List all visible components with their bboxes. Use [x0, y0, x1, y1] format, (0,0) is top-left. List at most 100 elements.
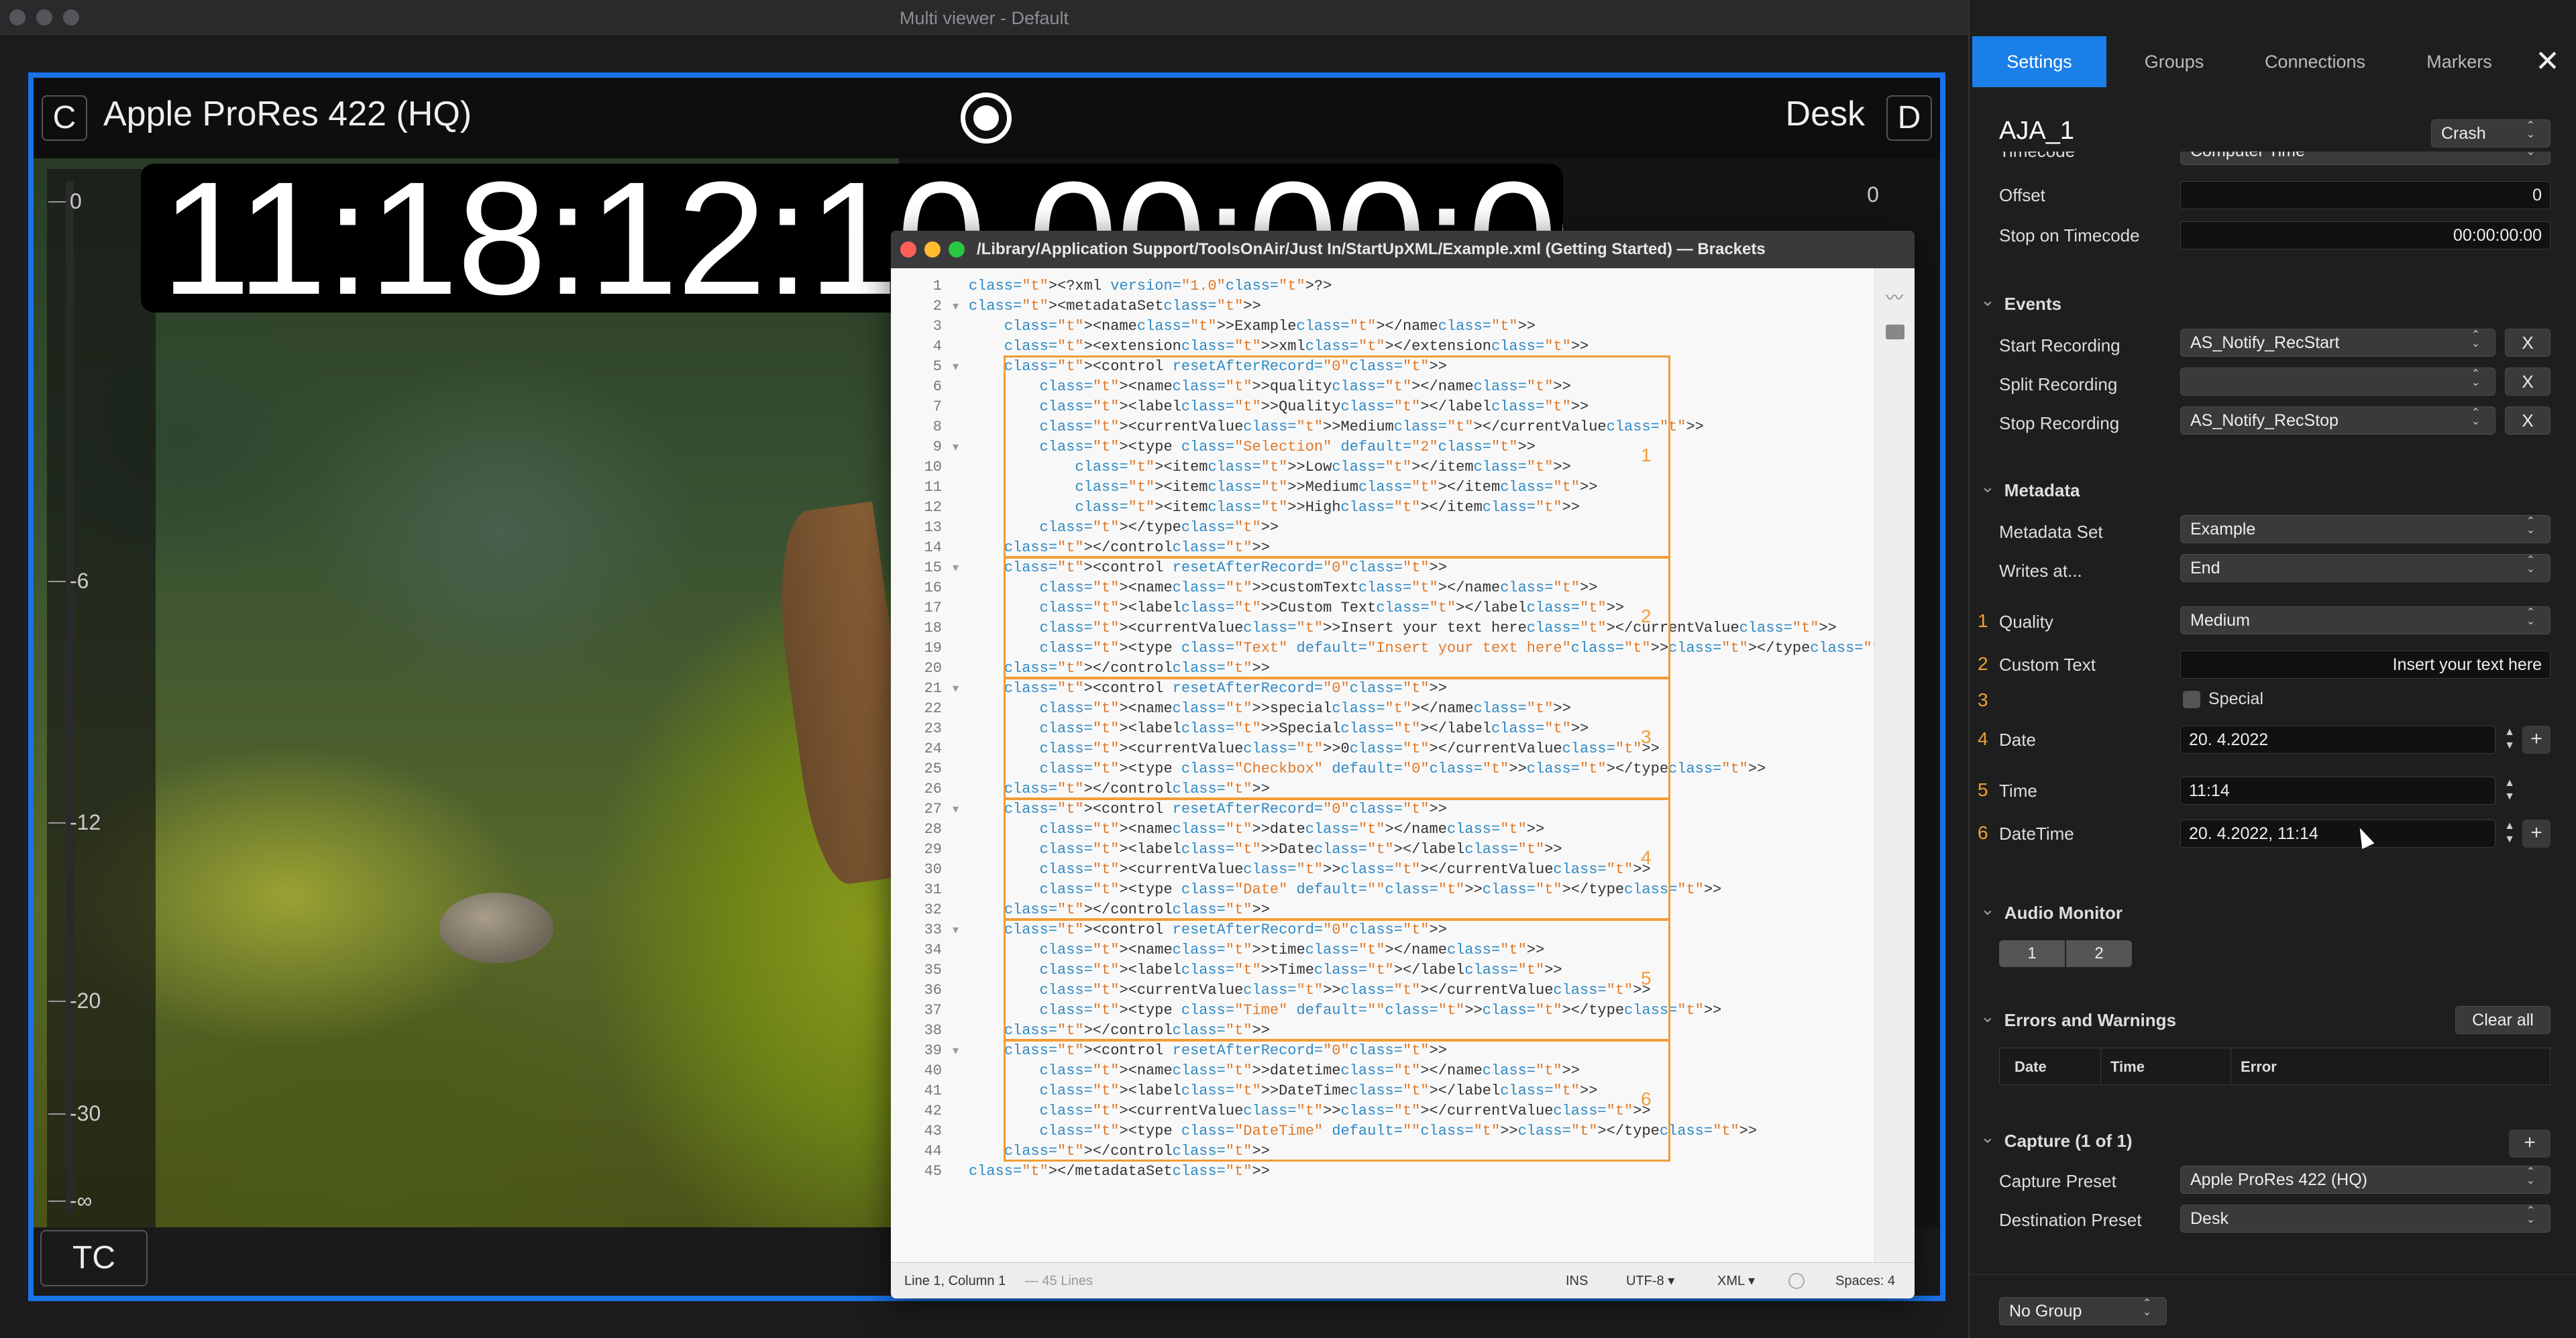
fold-toggle-icon[interactable]: ▾ [953, 359, 959, 374]
metadata-section-header[interactable]: Metadata [1980, 480, 2080, 501]
line-number: 13 [924, 519, 942, 536]
fold-toggle-icon[interactable]: ▾ [953, 681, 959, 695]
meter-tick: -20 [48, 989, 101, 1013]
encoding-select[interactable]: UTF-8 ▾ [1626, 1263, 1674, 1298]
line-number: 7 [932, 398, 942, 415]
clear-split-recording-button[interactable]: X [2505, 368, 2551, 396]
line-number: 9 [932, 439, 942, 455]
date-add-button[interactable]: + [2522, 726, 2551, 754]
code-line: class="t"><extensionclass="t">>xmlclass=… [1004, 338, 1589, 355]
group-select[interactable]: No Group [1999, 1296, 2167, 1325]
indent-setting[interactable]: Spaces: 4 [1835, 1263, 1895, 1298]
device-preset-select[interactable]: Crash [2431, 119, 2551, 148]
close-icon[interactable]: ✕ [2535, 44, 2560, 78]
line-number: 32 [924, 901, 942, 918]
viewer-title: Apple ProRes 422 (HQ) [103, 95, 472, 133]
tab-connections[interactable]: Connections [2238, 36, 2392, 87]
metadata-set-select[interactable]: Example [2180, 514, 2551, 543]
special-checkbox-label: Special [2208, 689, 2263, 708]
datetime-label: DateTime [1999, 824, 2074, 844]
line-number: 35 [924, 962, 942, 979]
fold-toggle-icon[interactable]: ▾ [953, 299, 959, 313]
fold-toggle-icon[interactable]: ▾ [953, 561, 959, 575]
capture-section-header[interactable]: Capture (1 of 1) [1980, 1131, 2133, 1152]
code-line: class="t"></metadataSetclass="t">> [969, 1163, 1270, 1180]
metadata-control-highlight [1004, 919, 1670, 1041]
editor-status-bar: Line 1, Column 1 — 45 Lines INS UTF-8 ▾ … [891, 1262, 1915, 1298]
events-section-header[interactable]: Events [1980, 294, 2061, 315]
line-number: 37 [924, 1002, 942, 1019]
highlight-label: 4 [1641, 847, 1652, 868]
line-number: 21 [924, 680, 942, 697]
audio-channel-1-button[interactable]: 1 [1999, 940, 2065, 967]
extension-manager-icon[interactable] [1886, 325, 1904, 339]
tab-groups[interactable]: Groups [2110, 36, 2238, 87]
line-number: 22 [924, 700, 942, 717]
offset-field[interactable]: 0 [2180, 181, 2551, 209]
clear-stop-recording-button[interactable]: X [2505, 406, 2551, 435]
audio-channel-2-button[interactable]: 2 [2066, 940, 2132, 967]
meter-tick: -6 [48, 569, 89, 593]
live-preview-icon[interactable]: 〰 [1886, 284, 1903, 309]
editor-titlebar: /Library/Application Support/ToolsOnAir/… [891, 231, 1915, 268]
clear-all-button[interactable]: Clear all [2455, 1006, 2551, 1034]
timecode-source-select[interactable]: Computer Time [2180, 152, 2551, 165]
fold-toggle-icon[interactable]: ▾ [953, 440, 959, 454]
line-number: 24 [924, 740, 942, 757]
audio-monitor-section-header[interactable]: Audio Monitor [1980, 903, 2123, 924]
line-number: 42 [924, 1103, 942, 1119]
errors-section-header[interactable]: Errors and Warnings [1980, 1010, 2176, 1031]
editor-zoom-icon[interactable] [949, 241, 965, 258]
start-recording-select[interactable]: AS_Notify_RecStart [2180, 328, 2496, 357]
meter-tick: -12 [48, 810, 101, 834]
fold-toggle-icon[interactable]: ▾ [953, 802, 959, 816]
brackets-editor-window[interactable]: /Library/Application Support/ToolsOnAir/… [891, 231, 1915, 1298]
stop-on-timecode-field[interactable]: 00:00:00:00 [2180, 221, 2551, 249]
date-stepper[interactable]: ▲ ▼ [2501, 726, 2518, 754]
editor-minimize-icon[interactable] [924, 241, 941, 258]
highlight-label: 1 [1641, 445, 1652, 465]
destination-preset-select[interactable]: Desk [2180, 1204, 2551, 1233]
datetime-stepper[interactable]: ▲ ▼ [2501, 820, 2518, 848]
date-field[interactable]: 20. 4.2022 [2180, 726, 2496, 754]
writes-at-select[interactable]: End [2180, 553, 2551, 582]
insert-mode[interactable]: INS [1566, 1263, 1588, 1298]
line-number: 19 [924, 640, 942, 657]
code-area[interactable]: 1 class="t"><?xml version="1.0"class="t">… [891, 268, 1915, 1262]
tab-markers[interactable]: Markers [2392, 36, 2526, 87]
time-field[interactable]: 11:14 [2180, 777, 2496, 805]
capture-preset-select[interactable]: Apple ProRes 422 (HQ) [2180, 1165, 2551, 1194]
code-line: class="t"><nameclass="t">>Exampleclass="… [1004, 318, 1536, 335]
custom-text-field[interactable]: Insert your text here [2180, 651, 2551, 679]
meter-bar [66, 181, 74, 1214]
metadata-control-highlight [1004, 557, 1670, 679]
device-name: AJA_1 [1999, 117, 2074, 145]
time-stepper[interactable]: ▲ ▼ [2501, 777, 2518, 805]
code-line: class="t"><metadataSetclass="t">> [969, 298, 1261, 315]
tab-settings[interactable]: Settings [1972, 36, 2106, 87]
line-number: 17 [924, 600, 942, 616]
offset-label: Offset [1999, 185, 2045, 205]
line-number: 4 [932, 338, 942, 355]
datetime-add-button[interactable]: + [2522, 820, 2551, 848]
fold-toggle-icon[interactable]: ▾ [953, 923, 959, 937]
line-number: 18 [924, 620, 942, 636]
editor-close-icon[interactable] [900, 241, 916, 258]
add-capture-button[interactable]: + [2509, 1129, 2551, 1158]
line-number: 29 [924, 841, 942, 858]
record-button[interactable] [961, 93, 1012, 144]
special-checkbox[interactable] [2183, 691, 2200, 708]
column-time[interactable]: Time [2100, 1048, 2145, 1086]
stop-recording-select[interactable]: AS_Notify_RecStop [2180, 406, 2496, 435]
column-date[interactable]: Date [2015, 1048, 2047, 1086]
linter-status-icon[interactable] [1788, 1273, 1805, 1289]
split-recording-select[interactable] [2180, 367, 2496, 396]
tc-button[interactable]: TC [40, 1230, 148, 1286]
datetime-field[interactable]: 20. 4.2022, 11:14 [2180, 820, 2496, 848]
fold-toggle-icon[interactable]: ▾ [953, 1044, 959, 1058]
stop-on-timecode-label: Stop on Timecode [1999, 225, 2140, 245]
language-select[interactable]: XML ▾ [1717, 1263, 1755, 1298]
column-error[interactable]: Error [2231, 1048, 2277, 1086]
quality-select[interactable]: Medium [2180, 606, 2551, 634]
clear-start-recording-button[interactable]: X [2505, 329, 2551, 357]
